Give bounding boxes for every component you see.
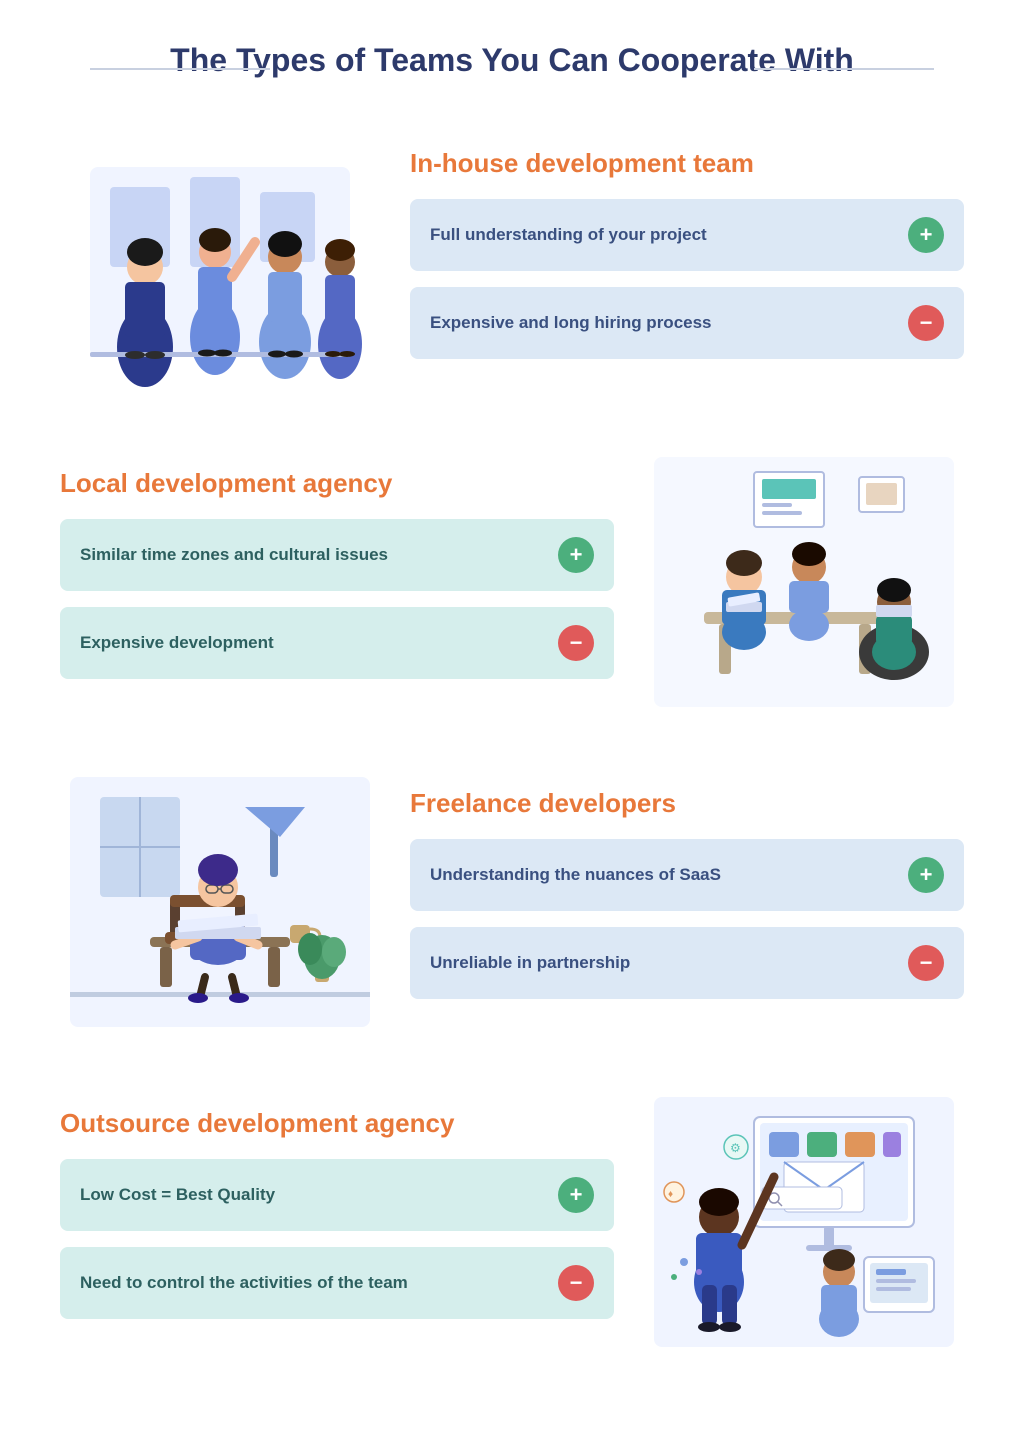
- local-title: Local development agency: [60, 468, 614, 499]
- local-feature-2: Expensive development −: [60, 607, 614, 679]
- freelance-feature-1: Understanding the nuances of SaaS +: [410, 839, 964, 911]
- outsource-feature-2: Need to control the activities of the te…: [60, 1247, 614, 1319]
- section-inhouse: In-house development team Full understan…: [60, 132, 964, 392]
- section-outsource: Outsource development agency Low Cost = …: [60, 1092, 964, 1352]
- inhouse-feature-2-text: Expensive and long hiring process: [430, 313, 712, 333]
- freelance-badge-1: +: [908, 857, 944, 893]
- freelance-feature-2: Unreliable in partnership −: [410, 927, 964, 999]
- section-freelance: Freelance developers Understanding the n…: [60, 772, 964, 1032]
- freelance-feature-1-text: Understanding the nuances of SaaS: [430, 865, 721, 885]
- freelance-illustration: [60, 772, 380, 1032]
- outsource-badge-2: −: [558, 1265, 594, 1301]
- section-local: Local development agency Similar time zo…: [60, 452, 964, 712]
- freelance-title: Freelance developers: [410, 788, 964, 819]
- page: The Types of Teams You Can Cooperate Wit…: [0, 0, 1024, 1452]
- inhouse-badge-1: +: [908, 217, 944, 253]
- outsource-feature-1-text: Low Cost = Best Quality: [80, 1185, 275, 1205]
- inhouse-title: In-house development team: [410, 148, 964, 179]
- local-badge-2: −: [558, 625, 594, 661]
- page-title: The Types of Teams You Can Cooperate Wit…: [60, 40, 964, 82]
- inhouse-illustration: [60, 132, 380, 392]
- inhouse-content: In-house development team Full understan…: [410, 148, 964, 375]
- outsource-feature-2-text: Need to control the activities of the te…: [80, 1273, 408, 1293]
- local-content: Local development agency Similar time zo…: [60, 468, 614, 695]
- inhouse-feature-1-text: Full understanding of your project: [430, 225, 707, 245]
- local-feature-2-text: Expensive development: [80, 633, 274, 653]
- local-feature-1: Similar time zones and cultural issues +: [60, 519, 614, 591]
- local-badge-1: +: [558, 537, 594, 573]
- outsource-badge-1: +: [558, 1177, 594, 1213]
- svg-text:♦: ♦: [668, 1189, 673, 1200]
- inhouse-feature-2: Expensive and long hiring process −: [410, 287, 964, 359]
- freelance-badge-2: −: [908, 945, 944, 981]
- local-feature-1-text: Similar time zones and cultural issues: [80, 545, 388, 565]
- page-header: The Types of Teams You Can Cooperate Wit…: [60, 40, 964, 82]
- svg-text:⚙: ⚙: [730, 1141, 741, 1155]
- outsource-title: Outsource development agency: [60, 1108, 614, 1139]
- outsource-content: Outsource development agency Low Cost = …: [60, 1108, 614, 1335]
- outsource-illustration: ⚙ ♦: [644, 1092, 964, 1352]
- freelance-content: Freelance developers Understanding the n…: [410, 788, 964, 1015]
- freelance-feature-2-text: Unreliable in partnership: [430, 953, 630, 973]
- outsource-feature-1: Low Cost = Best Quality +: [60, 1159, 614, 1231]
- local-illustration: [644, 452, 964, 712]
- inhouse-badge-2: −: [908, 305, 944, 341]
- inhouse-feature-1: Full understanding of your project +: [410, 199, 964, 271]
